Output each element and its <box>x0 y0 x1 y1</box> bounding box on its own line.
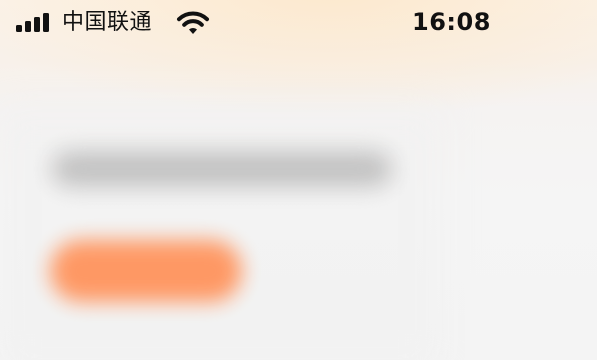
blurred-action-button[interactable] <box>50 240 242 302</box>
signal-bars-icon <box>16 12 52 32</box>
status-bar: 中国联通 16:08 <box>0 0 597 46</box>
content-card <box>0 112 440 360</box>
app-screen: 中国联通 16:08 <box>0 0 597 360</box>
carrier-name: 中国联通 <box>62 10 153 35</box>
wifi-icon <box>177 11 209 34</box>
status-time: 16:08 <box>412 8 491 36</box>
blurred-title-placeholder <box>52 152 392 186</box>
